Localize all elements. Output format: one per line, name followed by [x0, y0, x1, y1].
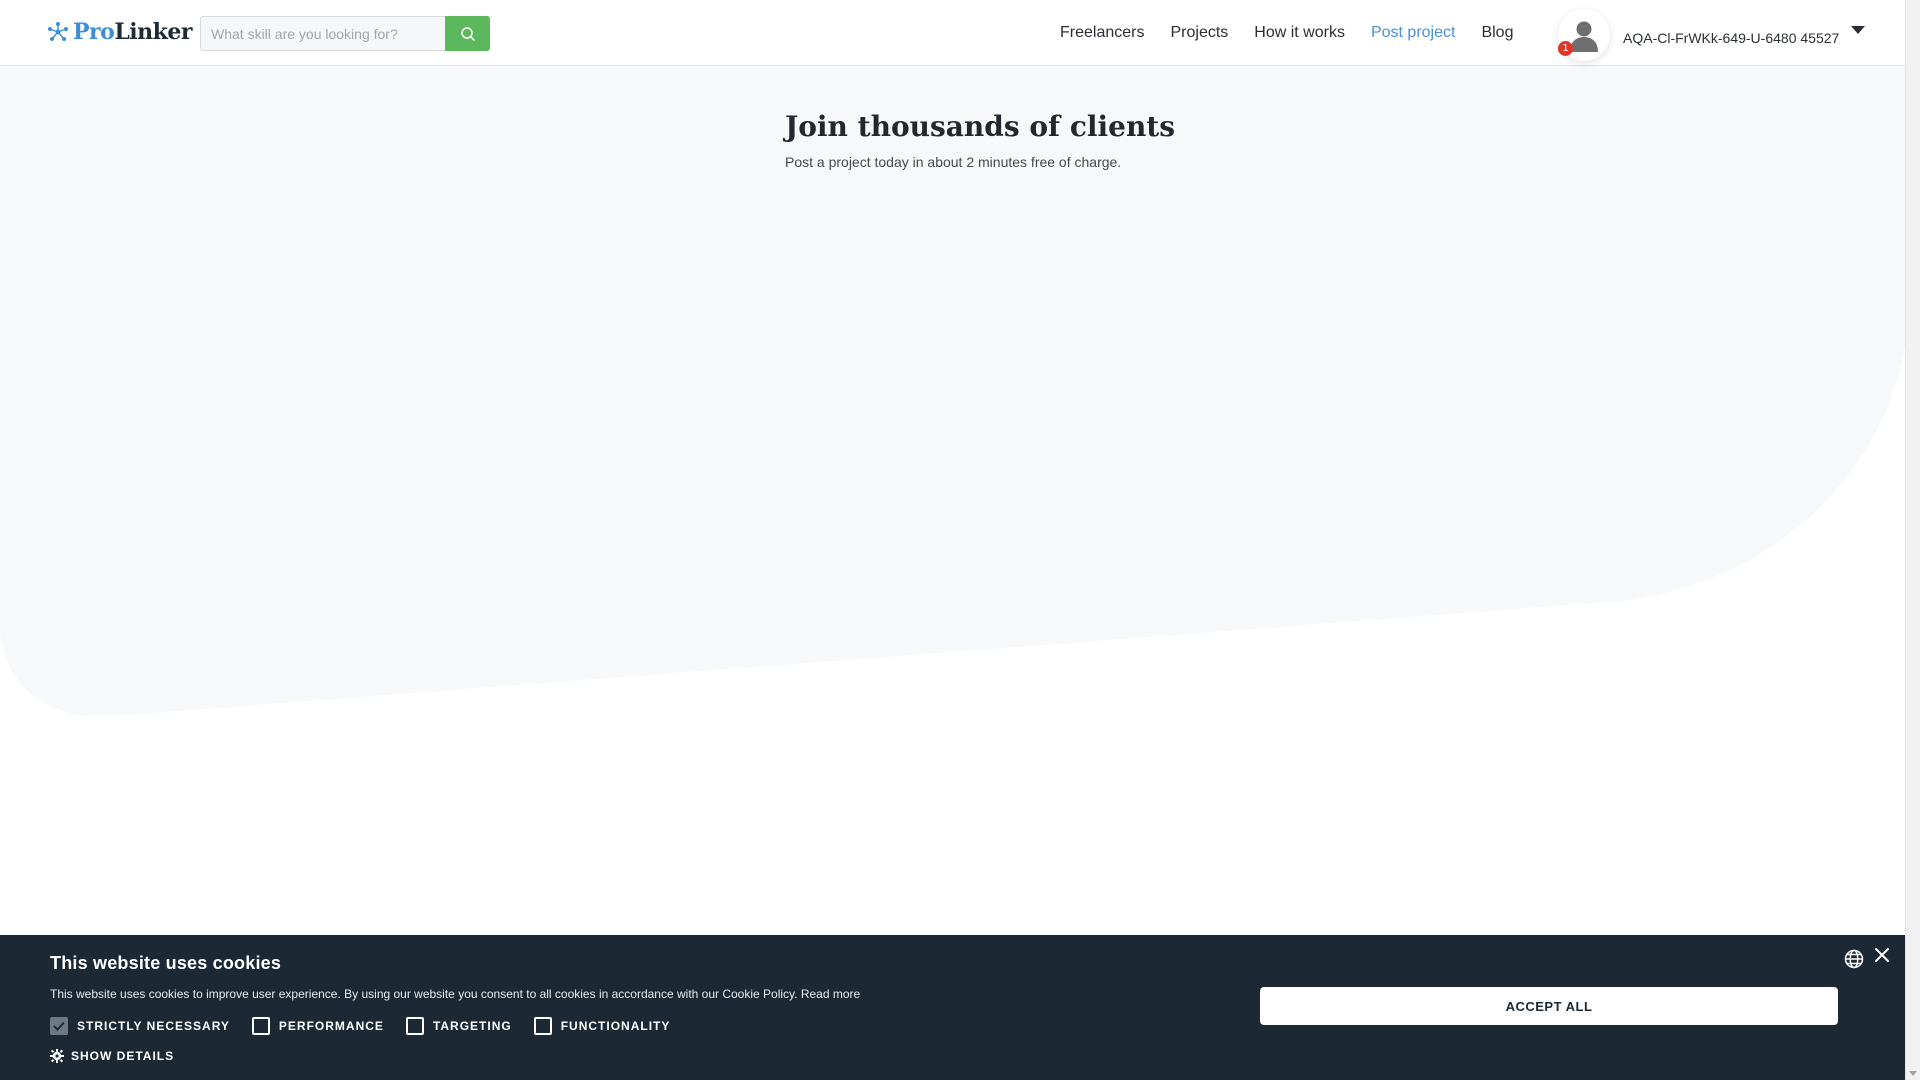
- avatar[interactable]: 1: [1558, 9, 1610, 61]
- logo[interactable]: ProLinker: [47, 19, 192, 45]
- checkbox-icon[interactable]: [251, 1017, 270, 1035]
- cookie-option-functionality[interactable]: FUNCTIONALITY: [533, 1017, 671, 1035]
- notification-badge: 1: [1558, 41, 1573, 56]
- show-details-label: SHOW DETAILS: [71, 1049, 175, 1063]
- cookie-option-label: PERFORMANCE: [278, 1019, 384, 1033]
- site-header: ProLinker Freelancers Projects How it wo…: [0, 0, 1905, 66]
- search-input[interactable]: [200, 16, 445, 51]
- cookie-option-performance[interactable]: PERFORMANCE: [251, 1017, 384, 1035]
- caret-down-icon[interactable]: [1851, 26, 1866, 34]
- cookie-description: This website uses cookies to improve use…: [50, 987, 798, 1001]
- nav-how-it-works[interactable]: How it works: [1254, 24, 1345, 42]
- main-nav: Freelancers Projects How it works Post p…: [1060, 0, 1539, 66]
- cookie-option-label: TARGETING: [432, 1019, 512, 1033]
- cookie-options: STRICTLY NECESSARY PERFORMANCE TARGETING…: [50, 1017, 692, 1035]
- user-menu[interactable]: 1 AQA-Cl-FrWKk-649-U-6480 45527: [1558, 9, 1866, 61]
- scroll-down-arrow-icon[interactable]: [1909, 1071, 1917, 1076]
- checkbox-icon[interactable]: [533, 1017, 552, 1035]
- close-icon[interactable]: [1874, 947, 1890, 963]
- search-button[interactable]: [445, 16, 490, 51]
- nav-projects[interactable]: Projects: [1170, 24, 1228, 42]
- cookie-text: This website uses cookies to improve use…: [50, 987, 860, 1001]
- logo-text: ProLinker: [73, 19, 192, 45]
- nav-blog[interactable]: Blog: [1481, 24, 1513, 42]
- network-nodes-icon: [48, 22, 68, 41]
- show-details-toggle[interactable]: SHOW DETAILS: [50, 1049, 174, 1063]
- checkbox-icon[interactable]: [405, 1017, 424, 1035]
- search-bar: [200, 16, 490, 51]
- search-icon: [460, 26, 475, 41]
- globe-icon[interactable]: [1844, 949, 1864, 969]
- cookie-option-strictly-necessary[interactable]: STRICTLY NECESSARY: [50, 1017, 230, 1035]
- page-title: Join thousands of clients: [785, 110, 1176, 143]
- cookie-option-targeting[interactable]: TARGETING: [405, 1017, 512, 1035]
- read-more-link[interactable]: Read more: [801, 987, 860, 1001]
- cookie-option-label: STRICTLY NECESSARY: [77, 1019, 230, 1033]
- vertical-scrollbar[interactable]: [1905, 0, 1920, 1080]
- page-subtitle: Post a project today in about 2 minutes …: [785, 154, 1122, 170]
- checkbox-checked-icon[interactable]: [50, 1017, 68, 1035]
- nav-freelancers[interactable]: Freelancers: [1060, 24, 1144, 42]
- gear-icon: [50, 1049, 64, 1063]
- user-name[interactable]: AQA-Cl-FrWKk-649-U-6480 45527: [1623, 30, 1839, 46]
- cookie-title: This website uses cookies: [50, 953, 282, 973]
- accept-all-button[interactable]: ACCEPT ALL: [1260, 987, 1838, 1025]
- cookie-banner: This website uses cookies This website u…: [0, 935, 1905, 1080]
- cookie-option-label: FUNCTIONALITY: [560, 1019, 671, 1033]
- nav-post-project[interactable]: Post project: [1371, 24, 1455, 42]
